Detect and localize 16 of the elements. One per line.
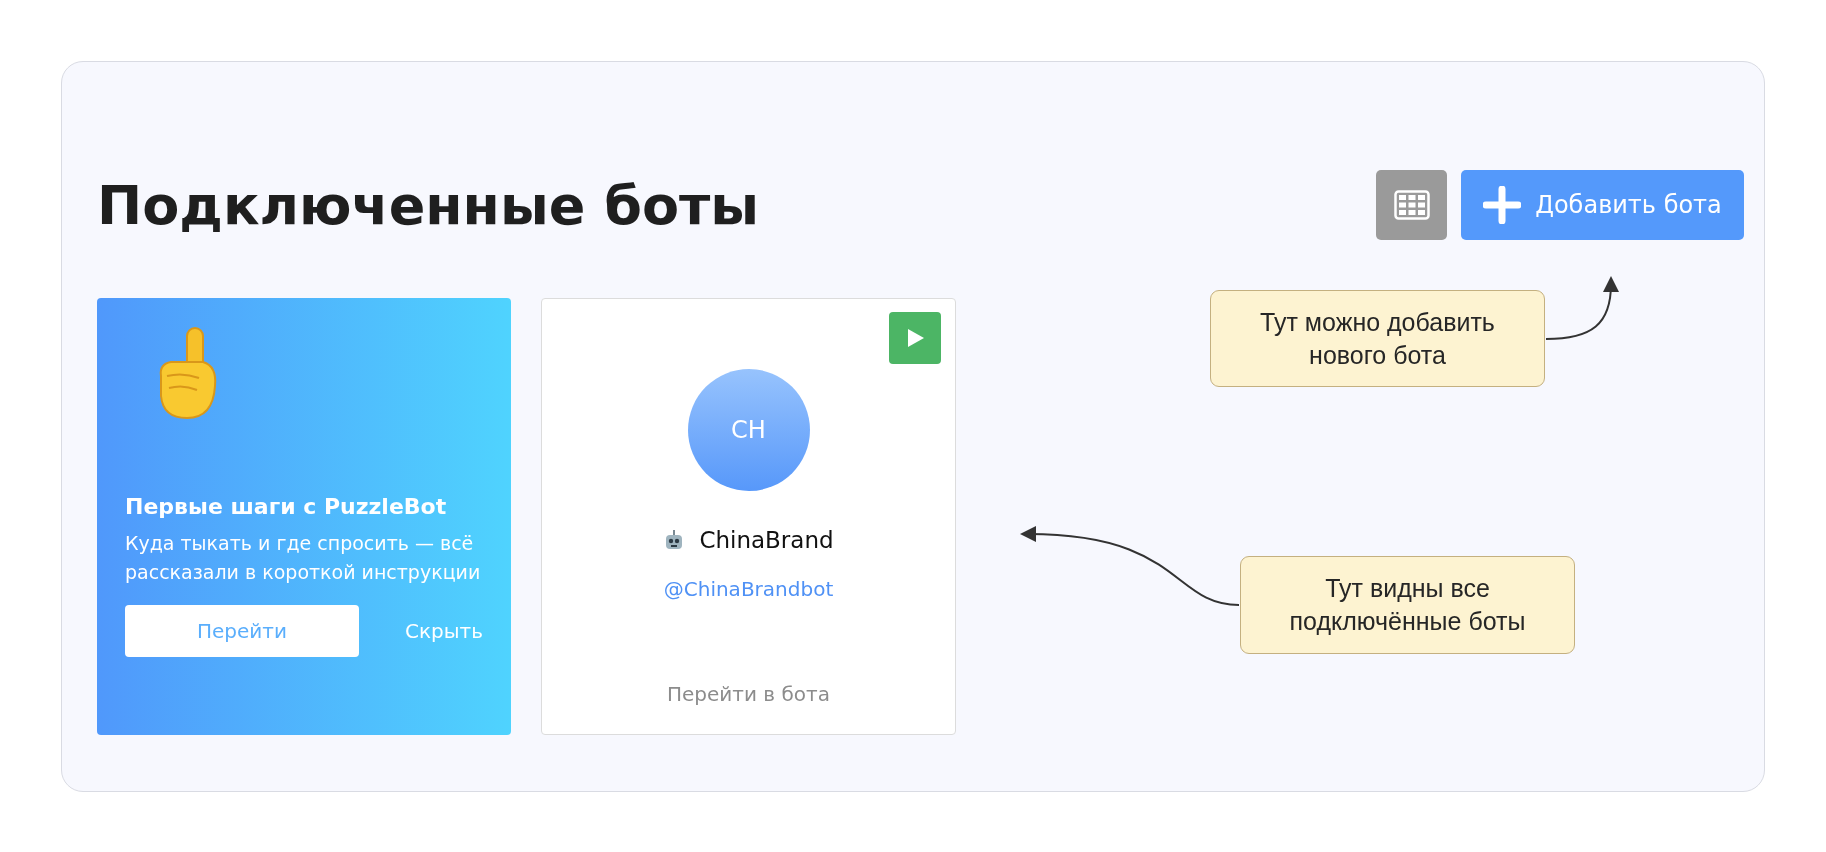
open-bot-link[interactable]: Перейти в бота — [667, 682, 830, 706]
add-bot-button[interactable]: Добавить бота — [1461, 170, 1744, 240]
card-description: Куда тыкать и где спросить — всё рассказали в короткой инструкции — [125, 531, 482, 585]
table-icon — [1393, 190, 1430, 220]
page-title: Подключенные боты — [97, 173, 760, 237]
callout-note: Тут видны все подключённые боты — [1240, 556, 1575, 654]
table-view-button[interactable] — [1376, 170, 1447, 240]
bot-username-link[interactable]: @ChinaBrandbot — [663, 577, 834, 601]
bot-name: ChinaBrand — [699, 527, 834, 553]
bot-avatar: CH — [687, 369, 810, 491]
card-title: Первые шаги с PuzzleBot — [125, 494, 448, 519]
callout-note: Тут можно добавить нового бота — [1210, 290, 1545, 387]
plus-icon — [1483, 186, 1522, 224]
play-button[interactable] — [889, 312, 941, 364]
hide-link[interactable]: Скрыть — [405, 619, 483, 643]
go-button[interactable]: Перейти — [125, 605, 359, 657]
